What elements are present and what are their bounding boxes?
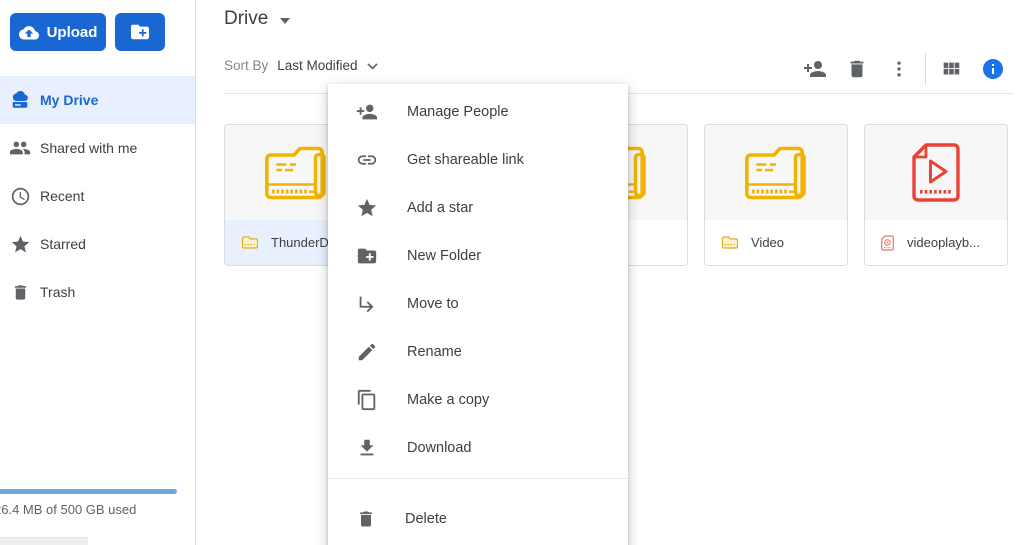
- cloud-upload-icon: [19, 24, 39, 40]
- sidebar-item-my-drive[interactable]: My Drive: [0, 76, 195, 124]
- context-menu: Manage People Get shareable link Add a s…: [328, 84, 628, 545]
- menu-item-label: Rename: [407, 344, 462, 360]
- sort-by-value: Last Modified: [277, 58, 357, 73]
- sidebar-item-label: Recent: [40, 188, 84, 204]
- link-icon: [356, 149, 378, 171]
- sidebar-item-starred[interactable]: Starred: [0, 220, 195, 268]
- video-file-small-icon: [881, 235, 894, 251]
- star-icon: [356, 197, 378, 219]
- trash-icon: [9, 281, 31, 303]
- menu-item-label: Add a star: [407, 200, 473, 216]
- new-folder-button[interactable]: [115, 13, 165, 51]
- sidebar-item-label: My Drive: [40, 92, 98, 108]
- menu-item-delete[interactable]: Delete: [328, 495, 628, 543]
- menu-item-label: Manage People: [407, 104, 509, 120]
- trash-icon: [356, 509, 376, 529]
- sidebar-item-recent[interactable]: Recent: [0, 172, 195, 220]
- sidebar-item-trash[interactable]: Trash: [0, 268, 195, 316]
- tile-preview: [705, 125, 847, 220]
- folder-plus-icon: [129, 23, 151, 41]
- sidebar: Upload My Drive Shared with me: [0, 0, 196, 545]
- info-button[interactable]: [977, 53, 1009, 85]
- pencil-icon: [356, 341, 378, 363]
- sidebar-item-label: Shared with me: [40, 140, 137, 156]
- delete-button[interactable]: [841, 53, 873, 85]
- sidebar-item-label: Starred: [40, 236, 86, 252]
- star-icon: [9, 233, 31, 255]
- sidebar-item-shared-with-me[interactable]: Shared with me: [0, 124, 195, 172]
- folder-small-icon: [241, 236, 258, 249]
- menu-item-label: Make a copy: [407, 392, 489, 408]
- person-add-icon: [804, 61, 826, 77]
- file-name: ThunderD: [271, 235, 329, 250]
- grid-view-button[interactable]: [935, 53, 967, 85]
- menu-item-new-folder[interactable]: New Folder: [328, 232, 628, 280]
- folder-icon: [743, 144, 809, 202]
- info-icon: [983, 59, 1003, 79]
- file-name: Video: [751, 235, 784, 250]
- person-add-icon: [356, 101, 378, 123]
- sidebar-item-label: Trash: [40, 284, 75, 300]
- upload-button[interactable]: Upload: [10, 13, 106, 51]
- trash-icon: [851, 61, 864, 78]
- storage-usage-bar: [0, 489, 177, 494]
- more-vert-icon: [897, 62, 900, 77]
- folder-icon: [263, 144, 329, 202]
- tile-footer: videoplayb...: [865, 220, 1007, 265]
- new-folder-icon: [356, 245, 378, 267]
- sidebar-nav: My Drive Shared with me Recent Starred: [0, 76, 195, 316]
- tile-preview: [865, 125, 1007, 220]
- move-to-icon: [356, 293, 378, 315]
- menu-item-label: Delete: [405, 511, 447, 527]
- menu-item-move-to[interactable]: Move to: [328, 280, 628, 328]
- menu-item-get-shareable-link[interactable]: Get shareable link: [328, 136, 628, 184]
- menu-divider: [328, 478, 628, 479]
- menu-item-add-a-star[interactable]: Add a star: [328, 184, 628, 232]
- download-icon: [356, 437, 378, 459]
- upload-button-label: Upload: [47, 24, 98, 41]
- horizontal-scrollbar-thumb[interactable]: [0, 537, 88, 545]
- drive-app-window: Upload My Drive Shared with me: [0, 0, 1036, 545]
- sort-by-dropdown[interactable]: Sort By Last Modified: [224, 58, 378, 73]
- file-tile-video[interactable]: videoplayb...: [864, 124, 1008, 266]
- my-drive-icon: [9, 89, 31, 111]
- menu-item-download[interactable]: Download: [328, 424, 628, 472]
- clock-icon: [9, 185, 31, 207]
- menu-item-label: Move to: [407, 296, 459, 312]
- menu-item-label: New Folder: [407, 248, 481, 264]
- sidebar-action-buttons: Upload: [10, 13, 165, 51]
- people-icon: [9, 137, 31, 159]
- chevron-down-icon: [280, 18, 290, 24]
- add-person-button[interactable]: [799, 53, 831, 85]
- chevron-down-icon: [367, 63, 378, 70]
- file-name: videoplayb...: [907, 235, 980, 250]
- video-file-icon: [911, 142, 961, 204]
- menu-item-rename[interactable]: Rename: [328, 328, 628, 376]
- sort-by-label: Sort By: [224, 58, 268, 73]
- menu-item-make-a-copy[interactable]: Make a copy: [328, 376, 628, 424]
- storage-usage-text: 26.4 MB of 500 GB used: [0, 502, 136, 517]
- toolbar-separator: [925, 52, 926, 85]
- page-title: Drive: [224, 8, 268, 30]
- menu-item-manage-people[interactable]: Manage People: [328, 88, 628, 136]
- menu-item-label: Download: [407, 440, 472, 456]
- folder-small-icon: [721, 236, 738, 249]
- grid-view-icon: [944, 63, 960, 75]
- file-tile-folder[interactable]: Video: [704, 124, 848, 266]
- tile-footer: Video: [705, 220, 847, 265]
- page-title-dropdown[interactable]: Drive: [224, 8, 290, 30]
- menu-item-label: Get shareable link: [407, 152, 524, 168]
- copy-icon: [356, 389, 378, 411]
- more-options-button[interactable]: [883, 53, 915, 85]
